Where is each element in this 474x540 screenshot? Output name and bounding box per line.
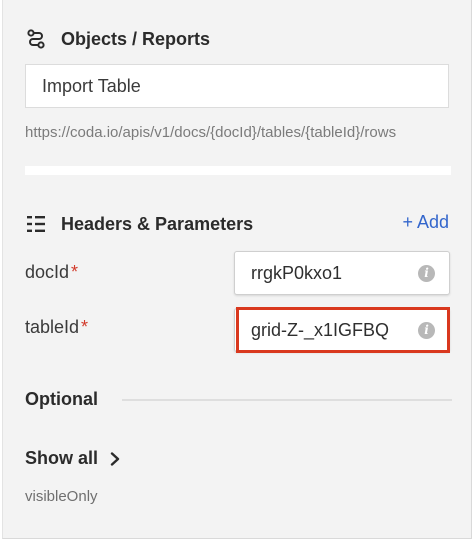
optional-param-visibleonly[interactable]: visibleOnly — [25, 488, 98, 505]
info-icon[interactable]: i — [418, 321, 435, 339]
tableid-value: grid-Z-_x1IGFBQ — [251, 319, 390, 340]
list-icon — [25, 213, 47, 235]
object-name-value: Import Table — [42, 75, 141, 96]
required-mark: * — [81, 317, 89, 337]
objects-section-title: Objects / Reports — [61, 28, 211, 49]
param-label-tableid: tableId * — [25, 317, 88, 338]
show-all-label: Show all — [25, 448, 99, 468]
headers-section-header: Headers & Parameters — [25, 213, 253, 235]
show-all-button[interactable]: Show all — [25, 448, 120, 469]
param-label-docid: docId * — [25, 262, 78, 283]
docid-value: rrgkP0kxo1 — [251, 262, 343, 283]
docid-input[interactable]: rrgkP0kxo1 i — [234, 251, 450, 295]
optional-divider — [122, 399, 452, 401]
route-icon — [25, 28, 47, 50]
endpoint-url: https://coda.io/apis/v1/docs/{docId}/tab… — [25, 124, 397, 141]
headers-section-title: Headers & Parameters — [61, 213, 254, 234]
required-mark: * — [71, 262, 79, 282]
settings-panel: Objects / Reports Import Table https://c… — [2, 0, 472, 539]
add-parameter-link[interactable]: + Add — [402, 212, 449, 233]
objects-section-header: Objects / Reports — [25, 28, 210, 50]
optional-heading: Optional — [25, 389, 98, 409]
chevron-right-icon — [110, 451, 120, 466]
section-divider — [25, 166, 451, 175]
tableid-input[interactable]: grid-Z-_x1IGFBQ i — [234, 308, 450, 352]
param-label-text: docId — [25, 262, 70, 282]
param-label-text: tableId — [25, 317, 80, 337]
info-icon[interactable]: i — [418, 264, 435, 282]
object-name-input[interactable]: Import Table — [25, 64, 449, 108]
